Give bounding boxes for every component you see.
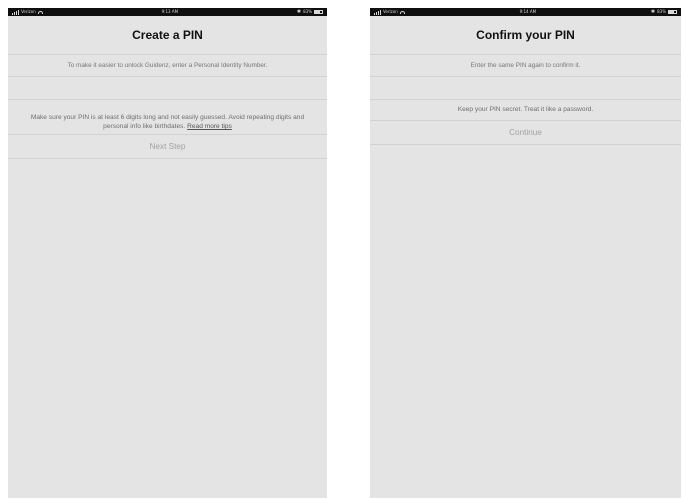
status-time: 9:14 AM	[519, 9, 537, 14]
next-step-button[interactable]: Next Step	[8, 135, 327, 159]
continue-button[interactable]: Continue	[370, 121, 681, 145]
carrier-label: Verizon	[383, 9, 398, 14]
read-more-tips-link[interactable]: Read more tips	[187, 123, 232, 130]
signal-icon	[374, 9, 381, 15]
pin-field-row	[370, 76, 681, 100]
status-left: Verizon	[12, 8, 43, 16]
confirm-pin-screen: Verizon 9:14 AM ✱ 83% Confirm your PIN E…	[370, 8, 681, 498]
status-time: 9:13 AM	[161, 9, 179, 14]
battery-percent: 83%	[303, 9, 312, 14]
status-bar: Verizon 9:13 AM ✱ 83%	[8, 8, 327, 16]
wifi-icon	[399, 10, 405, 14]
confirm-pin-input[interactable]	[380, 76, 671, 100]
status-bar: Verizon 9:14 AM ✱ 83%	[370, 8, 681, 16]
screenshot-canvas: Verizon 9:13 AM ✱ 83% Create a PIN To ma…	[0, 0, 682, 499]
status-right: ✱ 83%	[651, 8, 677, 16]
signal-icon	[12, 9, 19, 15]
pin-tip: Make sure your PIN is at least 6 digits …	[8, 110, 327, 135]
pin-tip-text: Make sure your PIN is at least 6 digits …	[22, 113, 313, 132]
pin-tip-body: Make sure your PIN is at least 6 digits …	[30, 113, 305, 131]
page-title: Confirm your PIN	[370, 16, 681, 55]
status-left: Verizon	[374, 8, 405, 16]
wifi-icon	[37, 10, 43, 14]
pin-field-row	[8, 76, 327, 100]
status-right: ✱ 83%	[297, 8, 323, 16]
pin-tip: Keep your PIN secret. Treat it like a pa…	[370, 100, 681, 121]
page-title: Create a PIN	[8, 16, 327, 55]
pin-input[interactable]	[18, 76, 317, 100]
carrier-label: Verizon	[21, 9, 36, 14]
battery-icon	[314, 10, 323, 14]
bluetooth-icon: ✱	[650, 9, 656, 15]
pin-instruction: To make it easier to unlock Guidenz, ent…	[8, 55, 327, 77]
pin-instruction: Enter the same PIN again to confirm it.	[370, 55, 681, 77]
battery-icon	[668, 10, 677, 14]
battery-percent: 83%	[657, 9, 666, 14]
bluetooth-icon: ✱	[296, 9, 302, 15]
create-pin-screen: Verizon 9:13 AM ✱ 83% Create a PIN To ma…	[8, 8, 327, 498]
